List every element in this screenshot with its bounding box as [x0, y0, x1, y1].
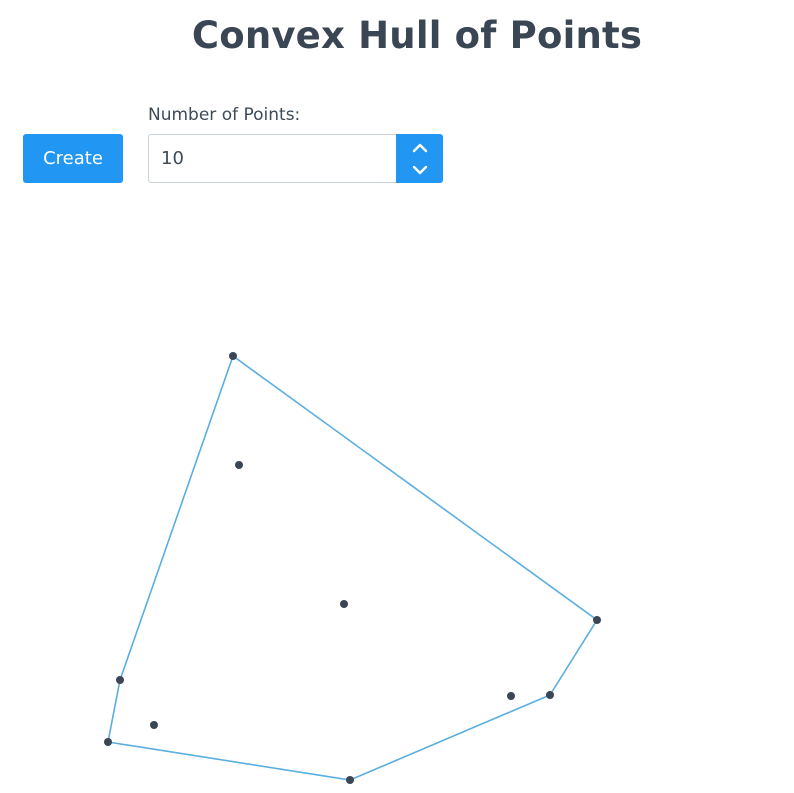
page-title: Convex Hull of Points — [191, 14, 643, 57]
data-point — [150, 721, 158, 729]
data-point — [340, 600, 348, 608]
points-label: Number of Points: — [148, 105, 301, 125]
decrement-button[interactable] — [396, 158, 443, 182]
data-point — [229, 352, 237, 360]
hull-line — [107, 354, 599, 781]
data-point — [507, 692, 515, 700]
data-point — [346, 776, 354, 784]
data-point — [593, 616, 601, 624]
stepper-buttons — [396, 134, 443, 183]
points-stepper — [148, 134, 443, 183]
create-button[interactable]: Create — [23, 134, 123, 183]
data-point — [116, 676, 124, 684]
data-point — [104, 738, 112, 746]
points-input[interactable] — [148, 134, 397, 183]
increment-button[interactable] — [396, 136, 443, 160]
convex-hull-plot — [104, 352, 601, 784]
chevron-up-icon — [412, 143, 427, 153]
data-point — [235, 461, 243, 469]
chevron-down-icon — [412, 165, 427, 175]
data-point — [546, 691, 554, 699]
